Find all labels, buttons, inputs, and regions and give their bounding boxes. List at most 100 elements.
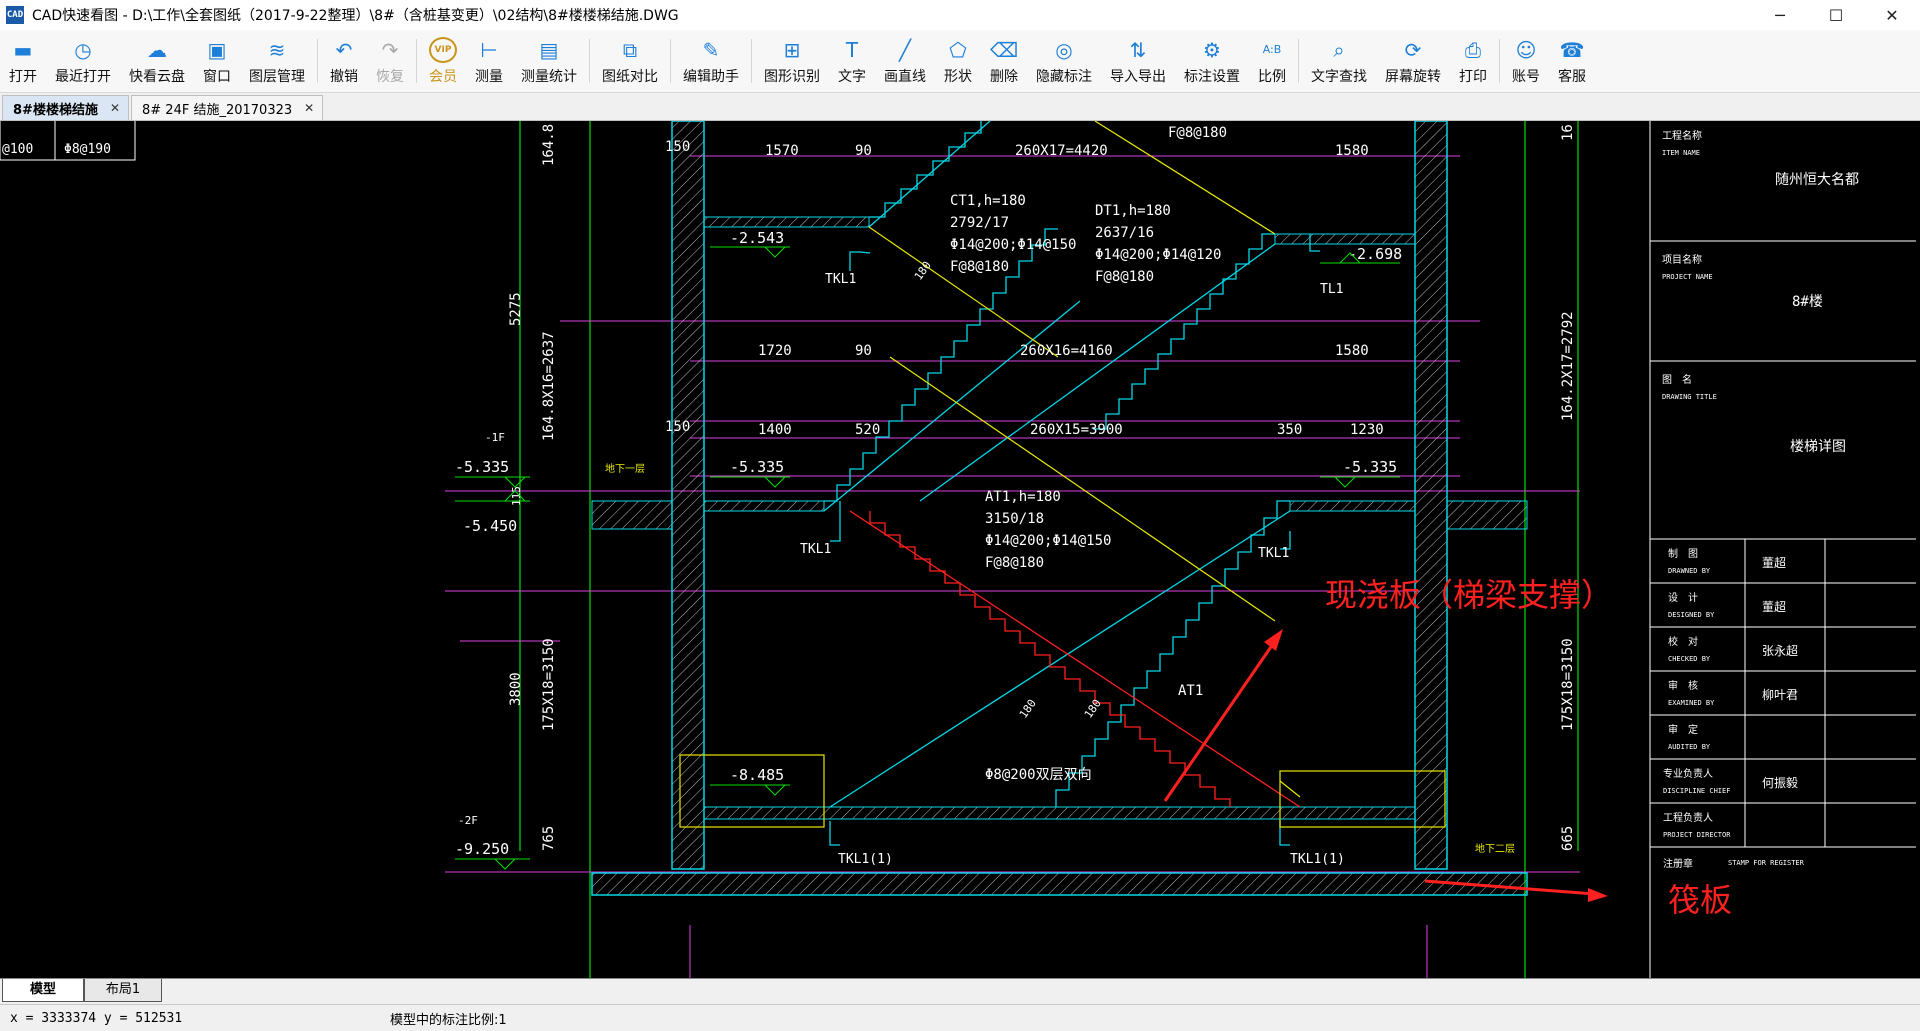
hide-eye-icon: ◎ (1050, 37, 1078, 63)
vip-button[interactable]: VIP 会员 (420, 32, 466, 90)
level-text: -9.250 (455, 840, 509, 858)
note-line: 2792/17 (950, 215, 1009, 231)
tb-value: 随州恒大名都 (1775, 172, 1859, 188)
tab-layout1[interactable]: 布局1 (84, 979, 162, 1002)
main-toolbar: ▬ 打开 ◷ 最近打开 ☁ 快看云盘 ▣ 窗口 ≋ 图层管理 ↶ 撤销 ↷ 恢复 VIP 会员 ⊢ 测量 ▤ 测量统计… (0, 30, 1920, 93)
dim-text: 115 (510, 486, 523, 506)
drawing-canvas[interactable]: @100 Φ8@190 164.8 5275 164.8X16=2637 115… (0, 121, 1920, 978)
dim-text: 150 (665, 419, 690, 435)
minimize-button[interactable]: ─ (1752, 0, 1808, 30)
toolbar-label: 导入导出 (1110, 68, 1166, 85)
note-line: 3150/18 (985, 511, 1044, 527)
note-line: DT1,h=180 (1095, 203, 1171, 219)
rotate-screen-button[interactable]: ⟳ 屏幕旋转 (1376, 32, 1450, 90)
user-button[interactable]: ☺ 账号 (1503, 32, 1549, 90)
clock-icon: ◷ (74, 37, 92, 62)
annotation-settings-icon: ⚙ (1198, 37, 1226, 63)
shape-recognize-button[interactable]: ⊞ 图形识别 (755, 32, 829, 90)
annotation-settings-button[interactable]: ⚙ 标注设置 (1175, 32, 1249, 90)
dim-text: 90 (855, 143, 872, 159)
maximize-button[interactable]: ☐ (1808, 0, 1864, 30)
toolbar-label: 账号 (1512, 68, 1540, 85)
level-text: -5.335 (455, 458, 509, 476)
note-line: 2637/16 (1095, 225, 1154, 241)
toolbar-label: 恢复 (376, 68, 404, 85)
annotation-text: 筏板 (1668, 881, 1732, 919)
cad-drawing[interactable]: @100 Φ8@190 164.8 5275 164.8X16=2637 115… (0, 121, 1916, 978)
tb-row-sig: 董超 (1762, 555, 1786, 570)
vertical-scrollbar[interactable] (1916, 121, 1920, 978)
toolbar-separator (589, 39, 590, 83)
printer-button[interactable]: ⎙ 打印 (1450, 32, 1496, 90)
toolbar-label: 打开 (9, 68, 37, 85)
scale-icon: A:B (1258, 37, 1286, 63)
toolbar-label: 客服 (1558, 68, 1586, 85)
hide-eye-icon: ◎ (1055, 37, 1073, 62)
note-line: F@8@180 (1095, 269, 1154, 285)
toolbar-label: 打印 (1459, 68, 1487, 85)
tb-row-en: EXAMINED BY (1668, 699, 1715, 707)
cloud-button[interactable]: ☁ 快看云盘 (120, 32, 194, 90)
cloud-icon: ☁ (143, 37, 171, 63)
shape-recognize-icon: ⊞ (783, 37, 801, 62)
note-line: 180 (1017, 697, 1039, 721)
text-search-icon: ⌕ (1325, 37, 1353, 63)
headset-button[interactable]: ☎ 客服 (1549, 32, 1595, 90)
tb-row-en: CHECKED BY (1668, 655, 1711, 663)
hide-eye-button[interactable]: ◎ 隐藏标注 (1027, 32, 1101, 90)
shapes-button[interactable]: ⬠ 形状 (935, 32, 981, 90)
toolbar-label: 会员 (429, 68, 457, 85)
window-button[interactable]: ▣ 窗口 (194, 32, 240, 90)
ruler-button[interactable]: ⊢ 测量 (466, 32, 512, 90)
beam-label: TKL1 (825, 272, 856, 287)
redo-button[interactable]: ↷ 恢复 (367, 32, 413, 90)
compare-button[interactable]: ⧉ 图纸对比 (593, 32, 667, 90)
redo-icon: ↷ (381, 37, 399, 62)
scale-button[interactable]: A:B 比例 (1249, 32, 1295, 90)
clock-button[interactable]: ◷ 最近打开 (46, 32, 120, 90)
tab-structure-drawing[interactable]: 8# 24F 结施_20170323 ✕ (131, 95, 324, 120)
layers-button[interactable]: ≋ 图层管理 (240, 32, 314, 90)
dim-text: 164.2X17=2792 (1560, 311, 1576, 421)
dim-text: 765 (541, 826, 557, 851)
beam-label: TKL1(1) (838, 852, 893, 867)
tb-stamp: 注册章 (1663, 857, 1693, 870)
tb-row-sig: 柳叶君 (1762, 688, 1798, 702)
dim-text: 3800 (508, 672, 524, 706)
tb-row-cn: 审 定 (1668, 723, 1698, 736)
eraser-button[interactable]: ⌫ 删除 (981, 32, 1027, 90)
dim-text: 260X17=4420 (1015, 143, 1108, 159)
dim-text: 5275 (508, 292, 524, 326)
tab-stair-drawing[interactable]: 8#楼楼梯结施 ✕ (2, 95, 130, 120)
tab-model[interactable]: 模型 (2, 979, 84, 1002)
text-button[interactable]: T 文字 (829, 32, 875, 90)
text-search-icon: ⌕ (1333, 37, 1345, 62)
folder-open-button[interactable]: ▬ 打开 (0, 32, 46, 90)
note-line: AT1,h=180 (985, 489, 1061, 505)
close-icon[interactable]: ✕ (110, 101, 120, 115)
toolbar-label: 编辑助手 (683, 68, 739, 85)
close-window-button[interactable]: ✕ (1864, 0, 1920, 30)
tb-row-en: DESIGNED BY (1668, 611, 1715, 619)
close-icon[interactable]: ✕ (304, 101, 314, 115)
note-line: F@8@180 (1168, 125, 1227, 141)
tb-stamp: STAMP FOR REGISTER (1728, 859, 1805, 867)
clock-icon: ◷ (69, 37, 97, 63)
title-bar: CAD CAD快速看图 - D:\工作\全套图纸（2017-9-22整理）\8#… (0, 0, 1920, 31)
note-line: 180 (1082, 697, 1104, 721)
cloud-icon: ☁ (147, 37, 167, 62)
toolbar-separator (317, 39, 318, 83)
measure-stats-button[interactable]: ▤ 测量统计 (512, 32, 586, 90)
note-line: 地下二层 (1475, 842, 1515, 855)
tb-row-en: PROJECT DIRECTOR (1663, 831, 1731, 839)
scale-icon: A:B (1262, 43, 1282, 56)
line-button[interactable]: ╱ 画直线 (875, 32, 935, 90)
import-export-button[interactable]: ⇅ 导入导出 (1101, 32, 1175, 90)
note-line: CT1,h=180 (950, 193, 1026, 209)
text-search-button[interactable]: ⌕ 文字查找 (1302, 32, 1376, 90)
undo-button[interactable]: ↶ 撤销 (321, 32, 367, 90)
level-text: -2F (458, 814, 478, 827)
edit-assistant-button[interactable]: ✎ 编辑助手 (674, 32, 748, 90)
rotate-screen-icon: ⟳ (1399, 37, 1427, 63)
window-icon: ▣ (207, 37, 227, 62)
